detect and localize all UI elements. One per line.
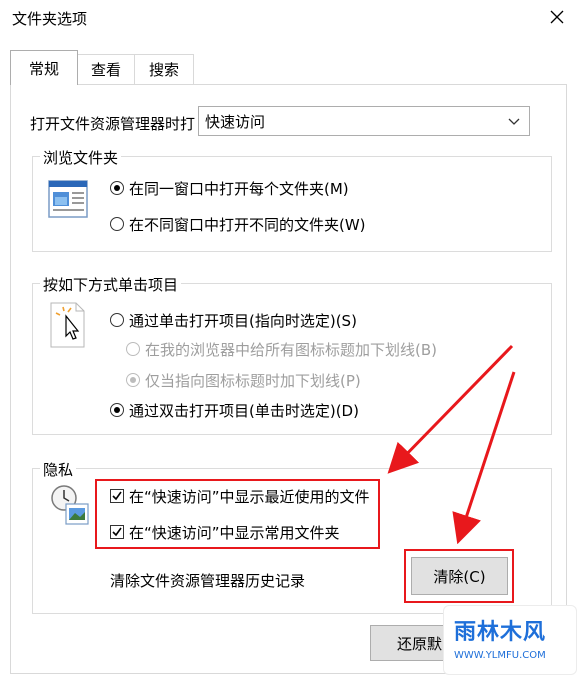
annotation-arrows [387, 344, 516, 545]
watermark: 雨林木风 WWW.YLMFU.COM [443, 605, 577, 675]
watermark-url: WWW.YLMFU.COM [454, 650, 546, 661]
arrow-to-checkboxes [387, 344, 514, 474]
watermark-logo: 雨林木风 [454, 620, 547, 645]
arrow-to-clear-button [452, 371, 516, 545]
tab-general[interactable]: 常规 [10, 50, 78, 85]
